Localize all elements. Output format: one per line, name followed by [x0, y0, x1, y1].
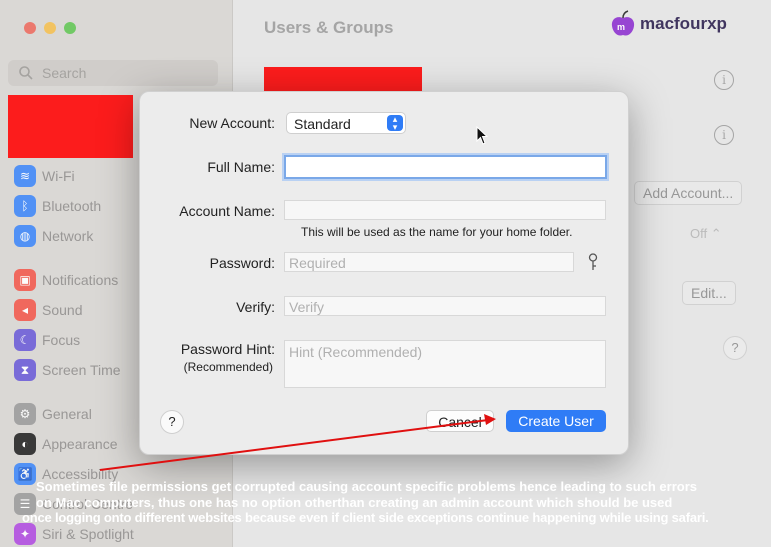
caption-line-1: Sometimes file permissions get corrupted… — [36, 479, 698, 494]
annotation-arrow — [99, 414, 496, 471]
caption-overlay: Sometimes file permissions get corrupted… — [0, 476, 771, 547]
caption-line-3: once logging onto different websites bec… — [22, 510, 709, 525]
caption-line-2: on Mac computers, thus one has no option… — [36, 495, 673, 510]
system-settings-window: Search ≋ Wi-Fi ᛒ Bluetooth ◍ Network ▣ N… — [0, 0, 771, 547]
